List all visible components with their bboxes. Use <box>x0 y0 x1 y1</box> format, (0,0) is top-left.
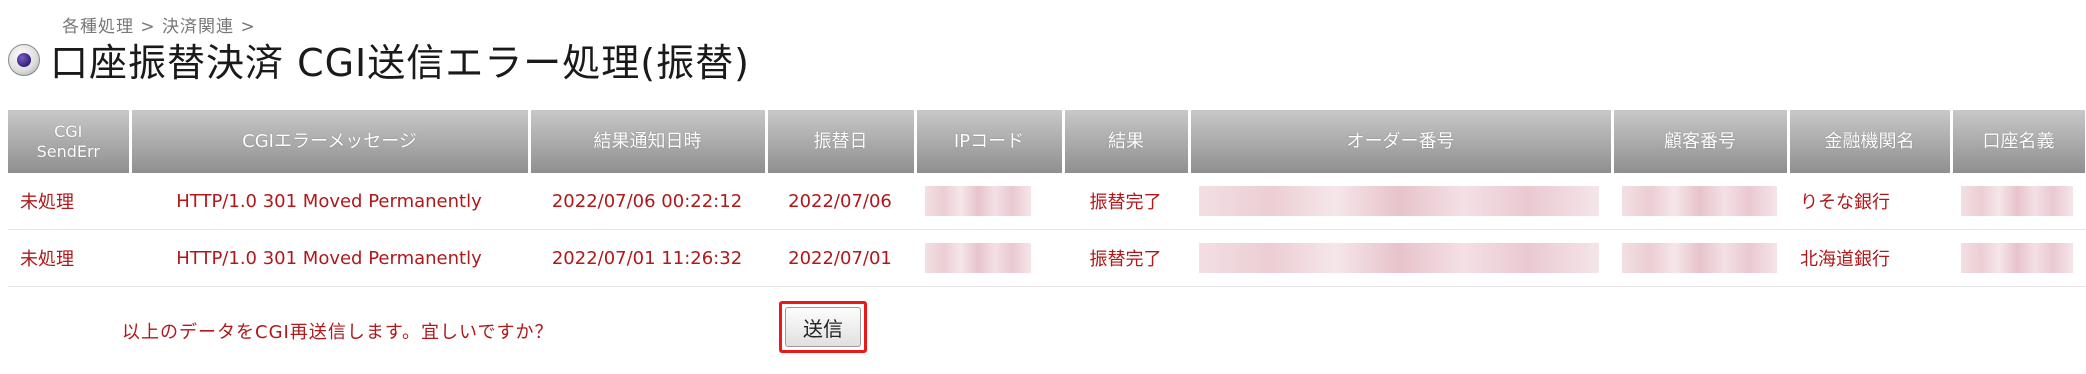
send-button[interactable]: 送信 <box>785 307 861 347</box>
cell-transfer-date: 2022/07/06 <box>766 173 915 230</box>
col-header-ip-code: IPコード <box>915 110 1065 173</box>
page: 各種処理 > 決済関連 > 口座振替決済 CGI送信エラー処理(振替) CGI … <box>0 0 2086 374</box>
confirm-row: 以上のデータをCGI再送信します。宜しいですか？ 送信 <box>8 296 2086 364</box>
redaction-mask <box>1622 243 1777 273</box>
col-header-result: 結果 <box>1063 110 1191 173</box>
cell-customer-no-redacted <box>1612 173 1788 230</box>
col-header-customer-no: 顧客番号 <box>1612 110 1790 173</box>
redaction-mask <box>1199 243 1599 273</box>
cell-order-no-redacted <box>1189 173 1612 230</box>
cell-account-name-redacted <box>1951 229 2086 287</box>
cell-order-no-redacted <box>1189 229 1612 287</box>
error-table: CGI SendErr CGIエラーメッセージ 結果通知日時 振替日 IPコード… <box>8 110 2086 287</box>
col-header-order-no: オーダー番号 <box>1189 110 1614 173</box>
col-header-notify-datetime: 結果通知日時 <box>529 110 768 173</box>
redaction-mask <box>925 243 1031 273</box>
redaction-mask <box>1622 186 1777 216</box>
title-row: 口座振替決済 CGI送信エラー処理(振替) <box>8 32 750 87</box>
cell-status: 未処理 <box>8 229 130 287</box>
cell-account-name-redacted <box>1951 173 2086 230</box>
table-row: 未処理 HTTP/1.0 301 Moved Permanently 2022/… <box>8 229 2086 287</box>
table-header-row: CGI SendErr CGIエラーメッセージ 結果通知日時 振替日 IPコード… <box>8 110 2086 173</box>
radio-bullet-icon <box>8 43 40 76</box>
table-row: 未処理 HTTP/1.0 301 Moved Permanently 2022/… <box>8 173 2086 230</box>
cell-status: 未処理 <box>8 173 130 230</box>
cell-customer-no-redacted <box>1612 229 1788 287</box>
cell-message: HTTP/1.0 301 Moved Permanently <box>130 173 529 230</box>
confirm-message: 以上のデータをCGI再送信します。宜しいですか？ <box>122 322 554 343</box>
col-header-account-name: 口座名義 <box>1951 110 2086 173</box>
col-header-message: CGIエラーメッセージ <box>130 110 531 173</box>
cell-notify-datetime: 2022/07/06 00:22:12 <box>529 173 766 230</box>
cell-ip-code-redacted <box>915 173 1063 230</box>
redaction-mask <box>1961 243 2073 273</box>
col-header-transfer-date: 振替日 <box>766 110 917 173</box>
col-header-cgi-senderr: CGI SendErr <box>8 110 132 173</box>
redaction-mask <box>1961 186 2073 216</box>
cell-transfer-date: 2022/07/01 <box>766 229 915 287</box>
cell-bank: 北海道銀行 <box>1788 229 1951 287</box>
redaction-mask <box>925 186 1031 216</box>
col-header-bank: 金融機関名 <box>1788 110 1953 173</box>
redaction-mask <box>1199 186 1599 216</box>
cell-message: HTTP/1.0 301 Moved Permanently <box>130 229 529 287</box>
cell-result: 振替完了 <box>1063 173 1189 230</box>
cell-bank: りそな銀行 <box>1788 173 1951 230</box>
cell-result: 振替完了 <box>1063 229 1189 287</box>
cell-ip-code-redacted <box>915 229 1063 287</box>
send-button-highlight: 送信 <box>779 301 867 353</box>
page-title: 口座振替決済 CGI送信エラー処理(振替) <box>50 41 750 85</box>
cell-notify-datetime: 2022/07/01 11:26:32 <box>529 229 766 287</box>
